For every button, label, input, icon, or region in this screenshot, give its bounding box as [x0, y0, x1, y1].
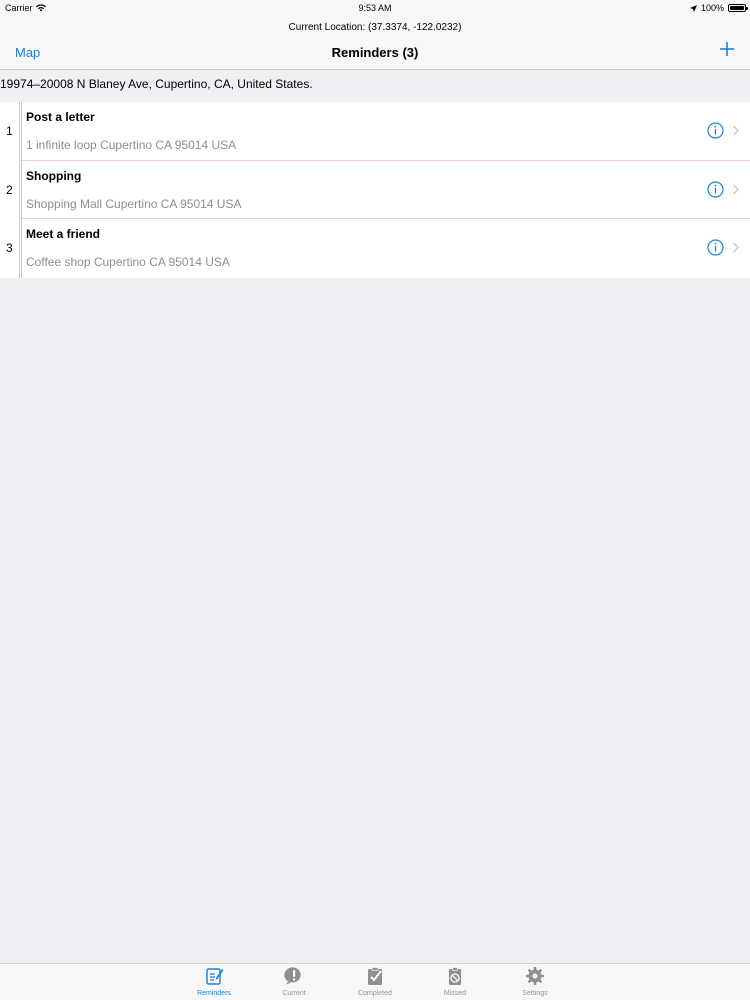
current-address: 19974–20008 N Blaney Ave, Cupertino, CA,… — [0, 77, 313, 91]
reminder-title: Meet a friend — [26, 227, 101, 241]
margin-line — [19, 219, 20, 278]
clock: 9:53 AM — [358, 3, 392, 13]
tab-missed[interactable]: Missed — [425, 964, 485, 1000]
reminder-title: Shopping — [26, 168, 82, 183]
reminder-number: 2 — [6, 182, 13, 197]
reminder-number: 1 — [6, 124, 13, 138]
tab-label: Missed — [443, 990, 467, 997]
margin-line — [19, 160, 20, 219]
tab-current[interactable]: Current — [264, 964, 324, 1000]
tab-settings[interactable]: Settings — [505, 964, 565, 1000]
tab-label: Current — [282, 990, 306, 997]
reminder-location: Shopping Mall Cupertino CA 95014 USA — [26, 196, 242, 211]
tab-label: Completed — [358, 990, 392, 997]
settings-icon — [526, 967, 544, 985]
current-icon — [284, 967, 301, 985]
location-arrow-icon — [689, 4, 697, 12]
margin-line — [21, 160, 22, 219]
page-title: Reminders (3) — [331, 45, 419, 60]
margin-line — [21, 219, 22, 278]
margin-line — [21, 102, 22, 161]
battery-percent: 100% — [700, 3, 724, 13]
add-reminder-button[interactable] — [718, 40, 736, 58]
tab-label: Settings — [522, 990, 548, 997]
reminders-icon — [206, 968, 224, 985]
list-item[interactable]: 1 Post a letter 1 infinite loop Cupertin… — [0, 102, 750, 161]
list-item[interactable]: 2 Shopping Shopping Mall Cupertino CA 95… — [0, 160, 750, 219]
chevron-right-icon — [733, 242, 739, 253]
info-icon[interactable] — [707, 180, 724, 198]
battery-icon — [728, 4, 748, 12]
tab-label: Reminders — [197, 990, 231, 997]
current-location-label: Current Location: (37.3374, -122.0232) — [288, 22, 462, 33]
chevron-right-icon — [733, 125, 739, 136]
reminder-list: 1 Post a letter 1 infinite loop Cupertin… — [0, 102, 750, 278]
reminder-title: Post a letter — [26, 110, 95, 124]
status-right: 100% — [689, 3, 748, 13]
margin-line — [19, 102, 20, 161]
reminder-number: 3 — [6, 241, 13, 255]
completed-icon — [368, 967, 382, 985]
missed-icon — [449, 967, 461, 985]
nav-bar: Current Location: (37.3374, -122.0232) M… — [0, 16, 750, 70]
list-item[interactable]: 3 Meet a friend Coffee shop Cupertino CA… — [0, 219, 750, 278]
status-bar: Carrier 9:53 AM 100% — [0, 0, 750, 16]
tab-completed[interactable]: Completed — [345, 964, 405, 1000]
chevron-right-icon — [733, 184, 739, 194]
info-icon[interactable] — [707, 122, 724, 139]
reminder-location: Coffee shop Cupertino CA 95014 USA — [26, 255, 230, 269]
tab-reminders[interactable]: Reminders — [184, 964, 244, 1000]
reminder-location: 1 infinite loop Cupertino CA 95014 USA — [26, 138, 237, 152]
info-icon[interactable] — [707, 239, 724, 256]
tab-bar: Reminders Current Completed Missed Setti… — [0, 963, 750, 1000]
